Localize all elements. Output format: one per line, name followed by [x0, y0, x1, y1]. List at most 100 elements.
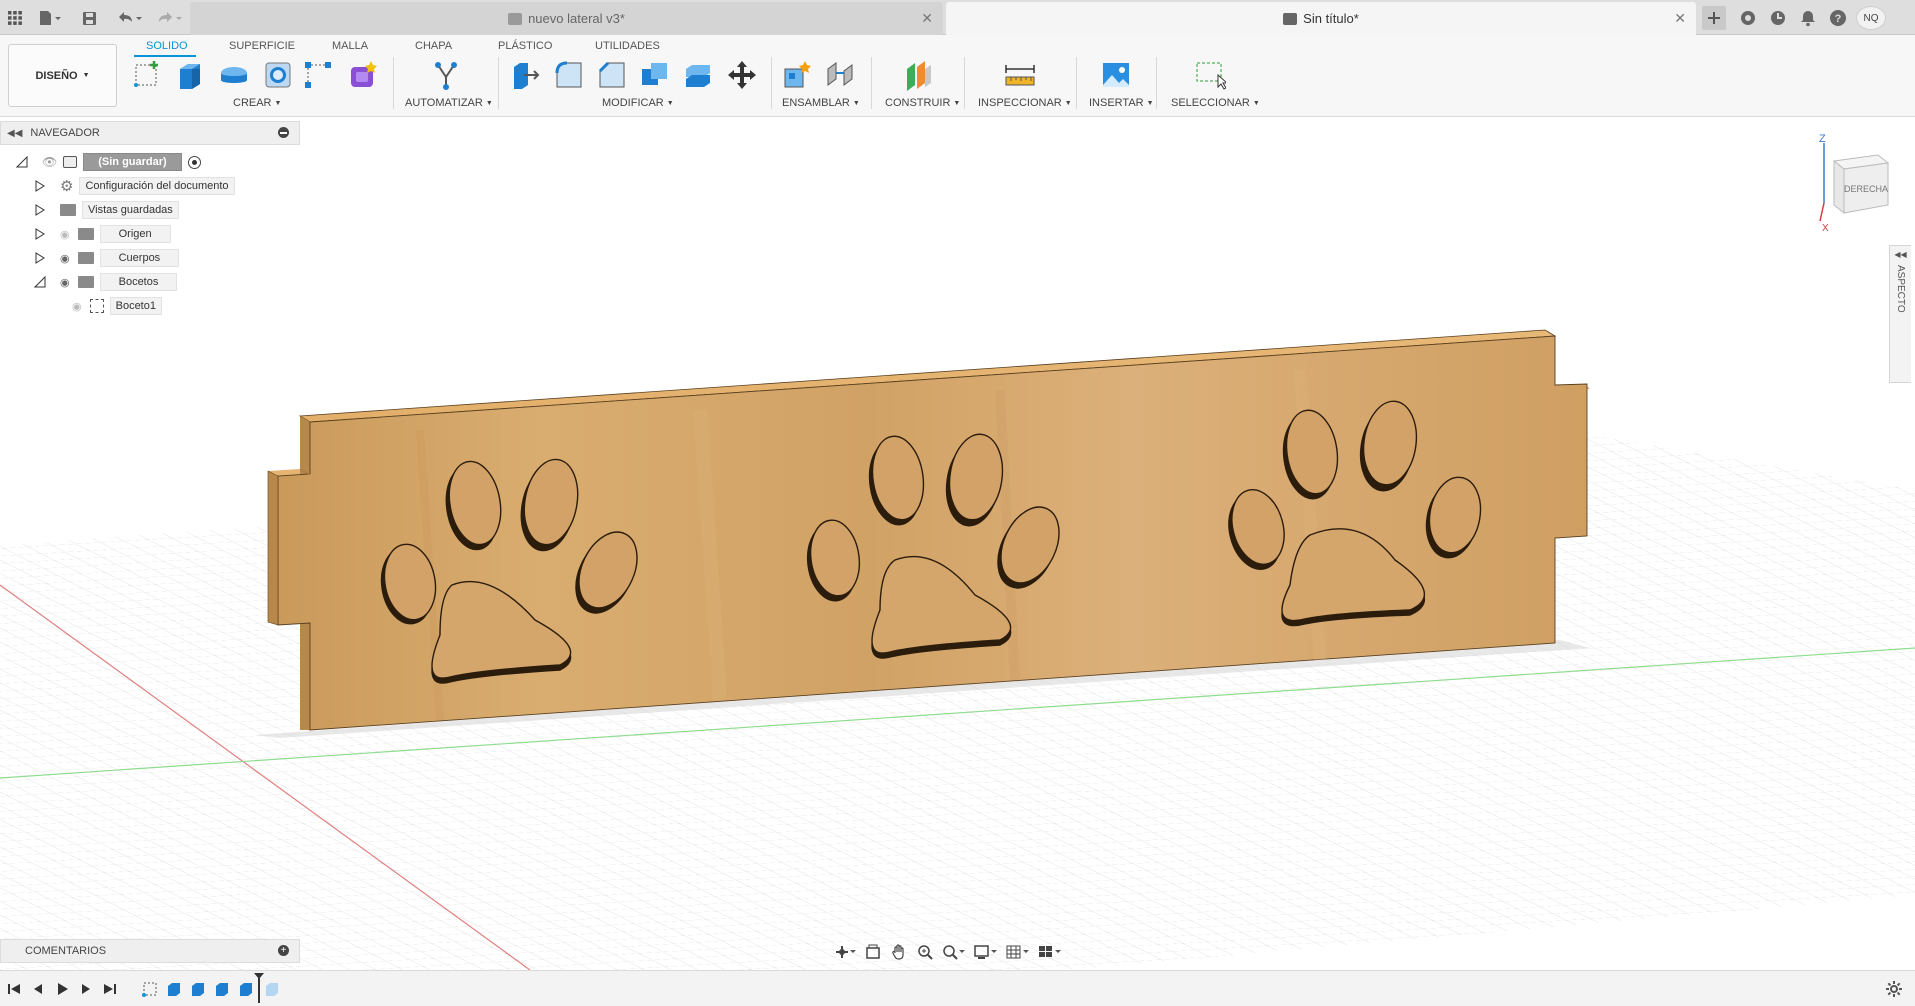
hidden-eye-icon[interactable]: ◉ — [72, 300, 82, 313]
close-icon[interactable]: ✕ — [1674, 10, 1686, 27]
timeline-extrude-icon[interactable] — [236, 979, 256, 999]
timeline-extrude-icon[interactable] — [188, 979, 208, 999]
new-component-icon[interactable] — [779, 57, 815, 93]
fit-zoom-icon[interactable] — [938, 944, 970, 960]
collapsed-triangle-icon[interactable] — [34, 180, 46, 192]
tab-sin-titulo[interactable]: Sin título* ✕ — [946, 2, 1696, 35]
display-settings-icon[interactable] — [970, 944, 1002, 960]
file-menu-icon[interactable] — [34, 7, 66, 29]
timeline-extrude-icon[interactable] — [262, 979, 282, 999]
close-icon[interactable]: ✕ — [921, 10, 933, 27]
save-icon[interactable] — [78, 7, 100, 29]
timeline-settings-gear-icon[interactable] — [1884, 979, 1904, 999]
timeline-sketch-icon[interactable] — [140, 979, 160, 999]
viewports-icon[interactable] — [1034, 944, 1066, 960]
view-cube[interactable]: Z X DERECHA — [1812, 133, 1912, 234]
group-modify[interactable]: MODIFICAR ▼ — [602, 97, 674, 109]
comments-panel[interactable]: COMENTARIOS + — [0, 939, 300, 963]
group-automate[interactable]: AUTOMATIZAR ▼ — [405, 97, 493, 109]
combine-icon[interactable] — [637, 57, 673, 93]
extrude-icon[interactable] — [172, 57, 208, 93]
tab-utilidades[interactable]: UTILIDADES — [595, 37, 660, 55]
grid-settings-icon[interactable] — [1002, 944, 1034, 960]
press-pull-icon[interactable] — [508, 57, 544, 93]
tab-superficie[interactable]: SUPERFICIE — [229, 37, 295, 55]
select-icon[interactable] — [1192, 57, 1228, 93]
play-icon[interactable] — [52, 979, 72, 999]
move-icon[interactable] — [724, 57, 760, 93]
hidden-eye-icon[interactable]: ◉ — [60, 228, 70, 241]
expanded-triangle-icon[interactable] — [16, 156, 28, 168]
new-tab-button[interactable] — [1702, 6, 1726, 30]
group-construct[interactable]: CONSTRUIR ▼ — [885, 97, 960, 109]
workspace-switcher[interactable]: DISEÑO ▼ — [8, 44, 117, 107]
zoom-icon[interactable] — [912, 944, 938, 960]
document-icon — [1283, 12, 1298, 25]
look-at-icon[interactable] — [860, 944, 886, 960]
canvas-viewport[interactable] — [0, 117, 1915, 970]
visibility-eye-icon[interactable]: ◉ — [60, 276, 70, 289]
job-status-icon[interactable] — [1766, 6, 1790, 30]
minimize-icon[interactable] — [278, 127, 289, 138]
create-sketch-icon[interactable] — [130, 57, 166, 93]
help-icon[interactable]: ? — [1826, 6, 1850, 30]
group-inspect[interactable]: INSPECCIONAR ▼ — [978, 97, 1072, 109]
timeline-extrude-icon[interactable] — [212, 979, 232, 999]
collapse-arrows-icon[interactable]: ◀◀ — [7, 128, 22, 139]
tree-item-label: Configuración del documento — [79, 177, 235, 195]
divider — [1076, 57, 1077, 109]
step-forward-icon[interactable] — [76, 979, 96, 999]
activate-radio-icon[interactable] — [187, 155, 201, 169]
tree-item-sketch1[interactable]: ◉ Boceto1 — [72, 296, 162, 316]
chamfer-icon[interactable] — [594, 57, 630, 93]
tree-item-origin[interactable]: ◉ Origen — [34, 224, 171, 244]
tree-item-sketches[interactable]: ◉ Bocetos — [34, 272, 178, 292]
tab-malla[interactable]: MALLA — [332, 37, 368, 55]
pan-hand-icon[interactable] — [886, 944, 912, 960]
tree-item-bodies[interactable]: ◉ Cuerpos — [34, 248, 180, 268]
tree-root[interactable]: 👁 (Sin guardar) — [16, 152, 201, 172]
timeline-extrude-icon[interactable] — [164, 979, 184, 999]
pattern-icon[interactable] — [300, 57, 336, 93]
redo-icon[interactable] — [152, 7, 186, 29]
extensions-icon[interactable] — [1736, 6, 1760, 30]
joint-icon[interactable] — [822, 57, 858, 93]
group-insert[interactable]: INSERTAR ▼ — [1089, 97, 1154, 109]
measure-icon[interactable] — [1002, 57, 1038, 93]
tab-chapa[interactable]: CHAPA — [415, 37, 452, 55]
undo-icon[interactable] — [112, 7, 146, 29]
expand-arrows-icon[interactable]: ◀◀ — [1890, 250, 1911, 259]
offset-plane-icon[interactable] — [901, 57, 937, 93]
automate-icon[interactable] — [428, 57, 464, 93]
go-to-start-icon[interactable] — [4, 979, 24, 999]
revolve-icon[interactable] — [216, 57, 252, 93]
expanded-triangle-icon[interactable] — [34, 276, 46, 288]
group-assemble[interactable]: ENSAMBLAR ▼ — [782, 97, 860, 109]
orbit-icon[interactable] — [830, 944, 860, 960]
collapsed-triangle-icon[interactable] — [34, 252, 46, 264]
go-to-end-icon[interactable] — [100, 979, 120, 999]
app-grid-icon[interactable] — [4, 7, 26, 29]
visibility-eye-icon[interactable]: 👁 — [42, 155, 57, 169]
group-create[interactable]: CREAR ▼ — [233, 97, 281, 109]
split-body-icon[interactable] — [680, 57, 716, 93]
tab-solido[interactable]: SOLIDO — [146, 37, 188, 55]
collapsed-triangle-icon[interactable] — [34, 204, 46, 216]
collapsed-triangle-icon[interactable] — [34, 228, 46, 240]
add-comment-icon[interactable]: + — [278, 945, 289, 956]
fillet-icon[interactable] — [551, 57, 587, 93]
visibility-eye-icon[interactable]: ◉ — [60, 252, 70, 265]
insert-image-icon[interactable] — [1098, 57, 1134, 93]
tab-nuevo-lateral[interactable]: nuevo lateral v3* ✕ — [190, 2, 943, 35]
step-back-icon[interactable] — [28, 979, 48, 999]
divider — [771, 57, 772, 109]
appearance-side-panel[interactable]: ◀◀ ASPECTO — [1889, 245, 1911, 383]
shell-icon[interactable] — [260, 57, 296, 93]
tree-item-config[interactable]: ⚙ Configuración del documento — [34, 176, 235, 196]
tab-plastico[interactable]: PLÁSTICO — [498, 37, 552, 55]
user-avatar[interactable]: NQ — [1856, 6, 1886, 30]
notifications-icon[interactable] — [1796, 6, 1820, 30]
tree-item-saved-views[interactable]: Vistas guardadas — [34, 200, 179, 220]
create-form-icon[interactable] — [345, 57, 381, 93]
group-select[interactable]: SELECCIONAR ▼ — [1171, 97, 1260, 109]
